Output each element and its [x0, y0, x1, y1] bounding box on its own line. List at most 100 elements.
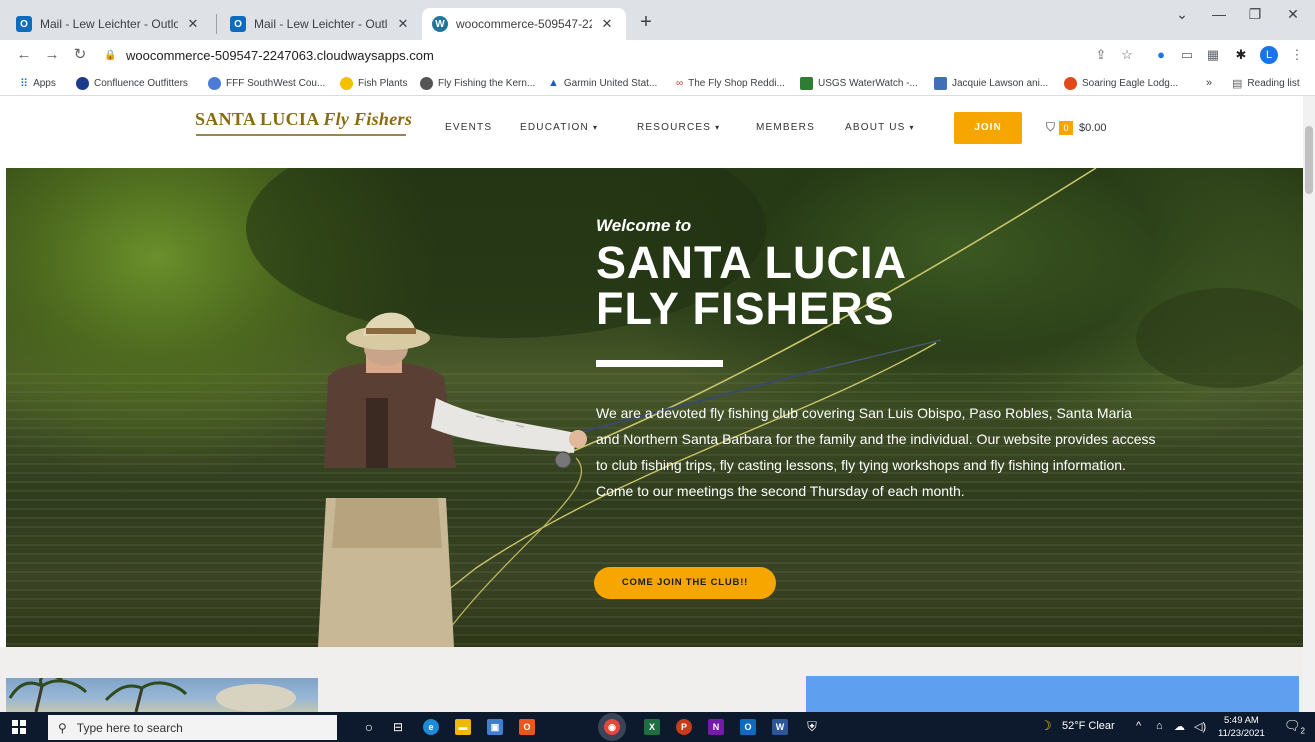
site-logo[interactable]: SANTA LUCIA Fly Fishers [195, 109, 412, 130]
nav-label: EDUCATION [520, 122, 589, 133]
bookmark-label: Soaring Eagle Lodg... [1082, 77, 1179, 89]
bookmark-item[interactable]: USGS WaterWatch -... [800, 74, 918, 92]
chevron-down-icon: ▾ [592, 123, 599, 132]
close-icon[interactable]: ✕ [184, 16, 202, 32]
edge-icon[interactable]: e [423, 719, 439, 735]
globe-icon [76, 76, 89, 90]
feature-image-left[interactable] [6, 678, 318, 712]
menu-icon[interactable]: ⋮ [1288, 46, 1306, 64]
shopping-bag-icon: ⛉ [1046, 120, 1056, 134]
hero-title-line1: SANTA LUCIA [596, 237, 907, 288]
chrome-icon[interactable]: ◉ [604, 719, 620, 735]
puzzle-icon[interactable]: ✱ [1232, 46, 1250, 64]
bookmark-item[interactable]: FFF SouthWest Cou... [208, 74, 325, 92]
tab-outlook-1[interactable]: O Mail - Lew Leichter - Outlook ✕ [6, 8, 212, 40]
bookmark-item[interactable]: Fly Fishing the Kern... [420, 74, 535, 92]
tab-title: Mail - Lew Leichter - Outlook [254, 17, 388, 31]
cast-icon[interactable]: ▭ [1178, 46, 1196, 64]
task-view-icon[interactable]: ⊟ [390, 719, 406, 735]
taskbar-search-input[interactable]: ⚲ Type here to search [48, 715, 337, 740]
card-icon [934, 76, 947, 90]
cortana-icon[interactable]: ○ [361, 719, 377, 735]
share-icon[interactable]: ⇪ [1092, 46, 1110, 64]
file-explorer-icon[interactable]: ▬ [455, 719, 471, 735]
back-icon[interactable]: ← [14, 45, 34, 65]
bookmark-item[interactable]: ▲ Garmin United Stat... [548, 74, 657, 92]
reload-icon[interactable]: ↻ [70, 45, 90, 65]
nav-members[interactable]: MEMBERS [756, 122, 815, 133]
word-icon[interactable]: W [772, 719, 788, 735]
minimize-button[interactable]: — [1204, 6, 1234, 22]
join-club-button[interactable]: COME JOIN THE CLUB!! [594, 567, 776, 599]
url-text: woocommerce-509547-2247063.cloudwaysapps… [126, 47, 434, 63]
join-button[interactable]: JOIN [954, 112, 1022, 144]
bookmark-star-icon[interactable]: ☆ [1118, 46, 1136, 64]
onedrive-icon[interactable]: ☁ [1174, 720, 1185, 733]
tab-outlook-2[interactable]: O Mail - Lew Leichter - Outlook ✕ [220, 8, 422, 40]
windows-start-icon[interactable] [12, 720, 26, 734]
bookmark-item[interactable]: Fish Plants [340, 74, 407, 92]
notification-icon[interactable]: 🗨2 [1284, 718, 1305, 736]
cart-total: $0.00 [1079, 121, 1107, 134]
nav-education[interactable]: EDUCATION ▾ [520, 122, 598, 133]
extension-icon[interactable]: ▦ [1204, 46, 1222, 64]
hero-welcome: Welcome to [596, 216, 692, 235]
hero-divider [596, 360, 723, 367]
bookmark-label: Apps [33, 77, 56, 89]
powerpoint-icon[interactable]: P [676, 719, 692, 735]
bookmark-label: The Fly Shop Reddi... [688, 77, 785, 89]
maximize-button[interactable]: ❐ [1240, 6, 1270, 23]
nav-about-us[interactable]: ABOUT US ▾ [845, 122, 915, 133]
weather-moon-icon[interactable]: ☽ [1040, 718, 1052, 734]
outlook-icon: O [16, 16, 32, 32]
bookmark-item[interactable]: Jacquie Lawson ani... [934, 74, 1048, 92]
bookmark-label: Jacquie Lawson ani... [952, 77, 1049, 89]
reading-list-icon: ▤ [1232, 77, 1243, 90]
outlook-icon[interactable]: O [740, 719, 756, 735]
close-window-button[interactable]: ✕ [1278, 6, 1308, 23]
feature-image-right[interactable] [806, 676, 1299, 712]
bookmark-label: Confluence Outfitters [94, 77, 188, 89]
bookmark-label: USGS WaterWatch -... [818, 77, 918, 89]
cart-count-badge: 0 [1059, 120, 1074, 135]
system-clock[interactable]: 5:49 AM 11/23/2021 [1218, 714, 1265, 740]
address-bar[interactable]: 🔒 woocommerce-509547-2247063.cloudwaysap… [104, 43, 1080, 67]
nav-label: EVENTS [445, 122, 493, 133]
apps-grid-icon: ⠿ [20, 77, 29, 90]
bookmark-label: Garmin United Stat... [563, 77, 658, 89]
forward-icon[interactable]: → [42, 45, 62, 65]
bookmark-item[interactable]: Soaring Eagle Lodg... [1064, 74, 1178, 92]
tab-woocommerce[interactable]: W woocommerce-509547-2247063 ✕ [422, 8, 626, 40]
garmin-triangle-icon: ▲ [548, 77, 559, 89]
store-icon[interactable]: ▣ [487, 719, 503, 735]
onenote-icon[interactable]: N [708, 719, 724, 735]
lock-icon: 🔒 [104, 49, 117, 61]
cart[interactable]: ⛉ 0 $0.00 [1046, 120, 1107, 135]
network-icon[interactable]: ⌂ [1156, 720, 1163, 732]
bookmarks-overflow[interactable]: » [1206, 74, 1212, 92]
tab-search-icon[interactable]: ⌄ [1167, 6, 1197, 23]
bookmark-apps[interactable]: ⠿ Apps [20, 74, 56, 92]
close-icon[interactable]: ✕ [394, 16, 412, 32]
bookmark-item[interactable]: ∞ The Fly Shop Reddi... [676, 74, 785, 92]
security-shield-icon[interactable]: ⛨ [804, 719, 820, 735]
profile-avatar[interactable]: L [1260, 46, 1278, 64]
wordpress-icon: W [432, 16, 448, 32]
nav-resources[interactable]: RESOURCES ▾ [637, 122, 720, 133]
tray-chevron-icon[interactable]: ^ [1136, 720, 1141, 732]
page-scrollbar[interactable] [1303, 96, 1315, 712]
office-icon[interactable]: O [519, 719, 535, 735]
scrollbar-thumb[interactable] [1305, 126, 1313, 194]
excel-icon[interactable]: X [644, 719, 660, 735]
weather-text[interactable]: 52°F Clear [1062, 720, 1115, 732]
grammarly-icon[interactable]: ● [1152, 46, 1170, 64]
search-placeholder: Type here to search [76, 720, 183, 735]
nav-events[interactable]: EVENTS [445, 122, 492, 133]
bookmark-item[interactable]: Confluence Outfitters [76, 74, 188, 92]
new-tab-button[interactable]: + [634, 11, 658, 35]
logo-main-text: SANTA LUCIA [195, 109, 319, 129]
reading-list-button[interactable]: ▤ Reading list [1232, 74, 1300, 92]
wordpress-icon [420, 76, 433, 90]
volume-icon[interactable]: ◁) [1194, 720, 1206, 733]
close-icon[interactable]: ✕ [598, 16, 616, 32]
